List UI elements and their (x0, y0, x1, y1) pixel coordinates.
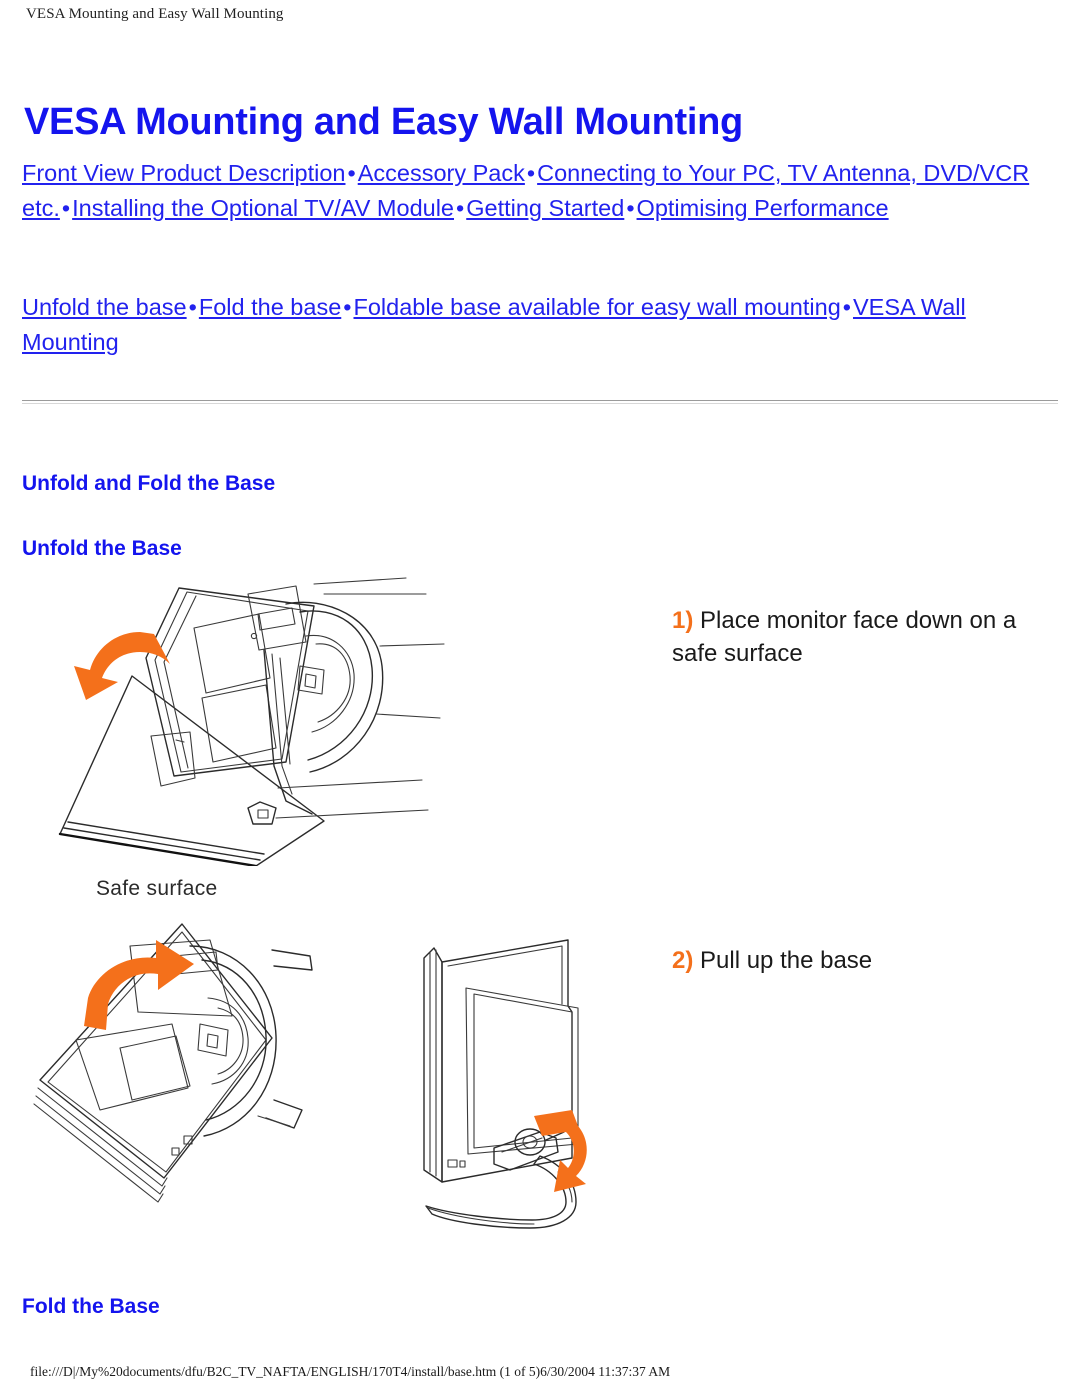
print-footer-path: file:///D|/My%20documents/dfu/B2C_TV_NAF… (30, 1364, 671, 1379)
pull-up-base-illustration (33, 923, 313, 1203)
step-2-instruction: 2) Pull up the base (672, 944, 1052, 977)
nav-link-installing-optional-tv-av-module[interactable]: Installing the Optional TV/AV Module (72, 195, 454, 221)
rotation-arrow-icon (84, 940, 194, 1030)
nav-link-unfold-the-base[interactable]: Unfold the base (22, 294, 187, 320)
nav-separator: • (188, 294, 197, 320)
section-heading-unfold-and-fold-the-base: Unfold and Fold the Base (22, 472, 276, 496)
nav-separator: • (61, 195, 71, 221)
section-heading-unfold-the-base: Unfold the Base (22, 537, 182, 560)
nav-link-front-view-product-description[interactable]: Front View Product Description (22, 160, 345, 186)
step-1-instruction: 1) Place monitor face down on a safe sur… (672, 604, 1052, 670)
nav-link-accessory-pack[interactable]: Accessory Pack (358, 160, 525, 186)
nav-separator: • (456, 195, 465, 221)
step-1-text: Place monitor face down on a safe surfac… (672, 607, 1017, 667)
step-1-number: 1) (672, 607, 694, 634)
nav-separator: • (526, 160, 536, 186)
section-heading-fold-the-base: Fold the Base (22, 1295, 160, 1318)
figure-pull-up-base-top-view (22, 920, 322, 1220)
nav-separator: • (842, 294, 851, 320)
document-page: VESA Mounting and Easy Wall Mounting Fro… (0, 0, 1080, 1397)
nav-separator: • (343, 294, 352, 320)
rotation-arrow-icon (534, 1110, 587, 1192)
step-2-number: 2) (672, 947, 694, 974)
figure-monitor-upright-side-view (390, 920, 640, 1240)
nav-link-optimising-performance[interactable]: Optimising Performance (637, 195, 889, 221)
nav-secondary: Unfold the base•Fold the base•Foldable b… (22, 290, 1050, 360)
nav-primary: Front View Product Description•Accessory… (22, 156, 1050, 226)
monitor-upright-illustration (423, 939, 587, 1229)
rotation-arrow-icon (74, 632, 170, 700)
nav-link-fold-the-base[interactable]: Fold the base (199, 294, 341, 320)
monitor-face-down-illustration (58, 577, 445, 866)
section-divider (22, 400, 1058, 404)
nav-separator: • (626, 195, 635, 221)
page-title: VESA Mounting and Easy Wall Mounting (24, 101, 743, 144)
step-2-text: Pull up the base (693, 947, 873, 974)
nav-separator: • (347, 160, 356, 186)
figure-caption-safe-surface: Safe surface (96, 877, 218, 900)
nav-link-foldable-base-wall-mounting[interactable]: Foldable base available for easy wall mo… (354, 294, 841, 320)
nav-link-getting-started[interactable]: Getting Started (466, 195, 624, 221)
figure-place-monitor-face-down (24, 566, 484, 866)
